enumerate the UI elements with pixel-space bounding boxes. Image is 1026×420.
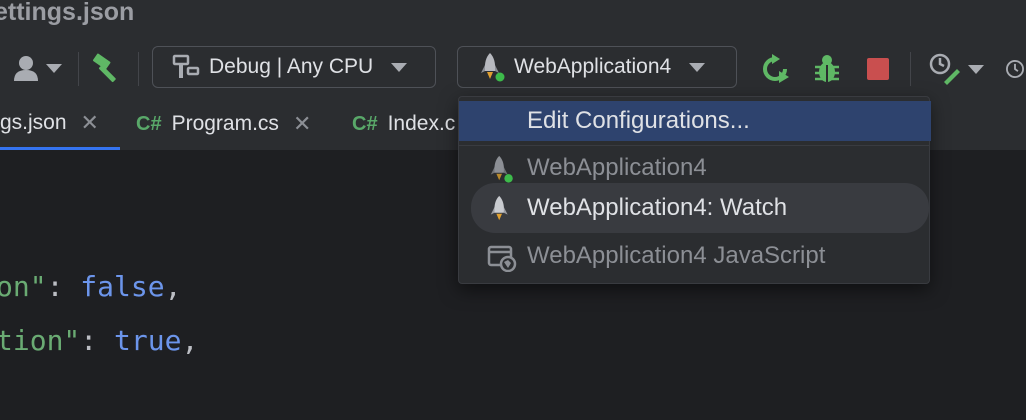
tab-label: Index.c [387,112,456,135]
code-line: tion": true, [0,324,198,357]
stop-button[interactable] [862,54,894,84]
json-value: true [114,324,182,357]
json-value: false [80,270,165,303]
bug-icon [815,55,839,82]
chevron-down-icon [391,62,408,72]
json-colon: : [80,324,115,357]
rocket-running-icon [481,53,505,82]
close-icon[interactable]: ✕ [81,110,99,136]
json-comma: , [181,324,199,357]
tab-label: Program.cs [171,112,279,135]
run-configuration-dropdown[interactable]: WebApplication4 [457,46,737,88]
popup-item-label: WebApplication4: Watch [527,194,788,221]
tab-appsettings-json[interactable]: gs.json ✕ [0,98,120,150]
csharp-file-icon: C# [352,112,378,135]
user-icon [14,56,38,81]
json-key: tion" [0,324,81,357]
title-bar: ettings.json [0,0,1026,36]
rocket-running-icon [490,155,513,183]
chevron-down-icon [46,63,62,73]
tab-index-cshtml[interactable]: C# Index.c [352,98,455,150]
chevron-down-icon [968,64,984,74]
close-icon[interactable]: ✕ [293,111,311,137]
toolbar-separator [910,52,911,86]
json-comma: , [164,270,182,303]
debug-button[interactable] [810,52,844,86]
rocket-icon [490,195,508,221]
rerun-icon [763,54,789,83]
stop-icon [867,58,889,80]
window-title: ettings.json [0,0,135,26]
popup-item-label: WebApplication4 [527,154,707,181]
csharp-file-icon: C# [136,112,162,135]
edit-configurations-item[interactable]: Edit Configurations... [459,101,931,141]
run-configuration-popup: Edit Configurations... WebApplication4 W… [458,96,931,284]
history-button[interactable] [1004,52,1026,86]
json-colon: : [46,270,81,303]
configuration-icon [172,54,200,78]
toolbar-separator [78,52,79,86]
rerun-button[interactable] [758,52,792,86]
user-menu-button[interactable] [8,52,66,84]
solution-configuration-dropdown[interactable]: Debug | Any CPU [152,46,436,88]
edit-configurations-label: Edit Configurations... [527,107,750,134]
chevron-down-icon [689,62,706,72]
profiler-menu-button[interactable] [920,52,992,86]
timeline-brush-icon [929,53,960,85]
tab-program-cs[interactable]: C# Program.cs ✕ [136,98,311,150]
configuration-label: Debug | Any CPU [209,55,374,78]
browser-globe-icon [487,245,517,272]
hammer-icon [92,53,116,83]
run-configuration-label: WebApplication4 [514,55,672,78]
popup-item-label: WebApplication4 JavaScript [527,242,826,269]
toolbar-separator [138,52,139,86]
code-line: on": false, [0,270,181,303]
clock-icon [1006,60,1024,78]
tab-label: gs.json [0,110,67,134]
popup-item-webapplication4-javascript[interactable]: WebApplication4 JavaScript [471,231,929,281]
json-key: on" [0,270,47,303]
popup-item-webapplication4-watch[interactable]: WebApplication4: Watch [471,183,929,233]
build-button[interactable] [90,52,124,84]
